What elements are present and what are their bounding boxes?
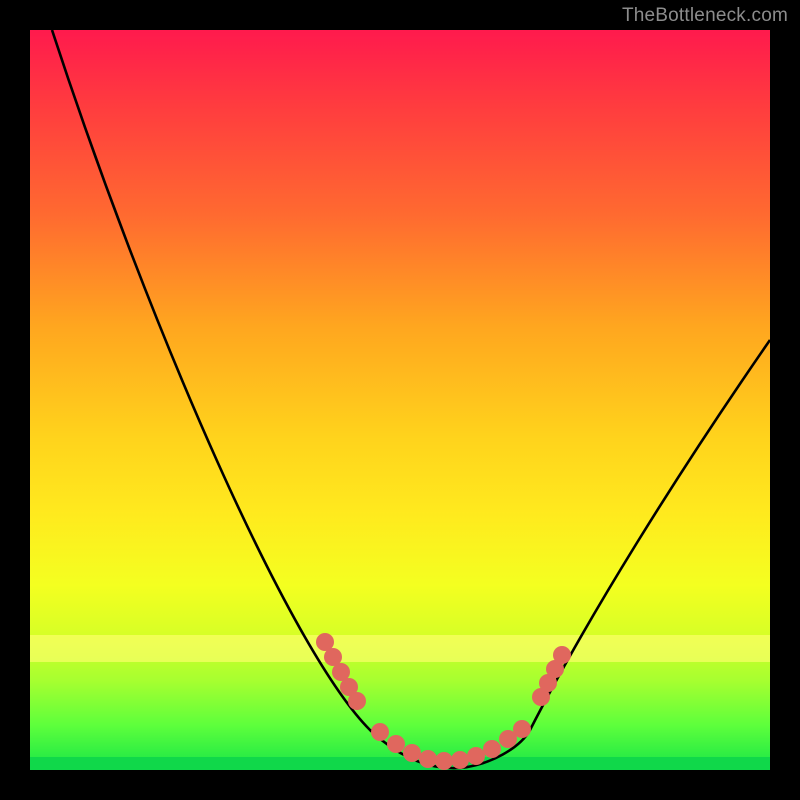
plot-area [30,30,770,770]
bottleneck-curve [52,30,770,768]
curve-markers [316,633,571,770]
watermark-text: TheBottleneck.com [622,5,788,27]
chart-frame: TheBottleneck.com [0,0,800,800]
bottleneck-plot-svg [30,30,770,770]
